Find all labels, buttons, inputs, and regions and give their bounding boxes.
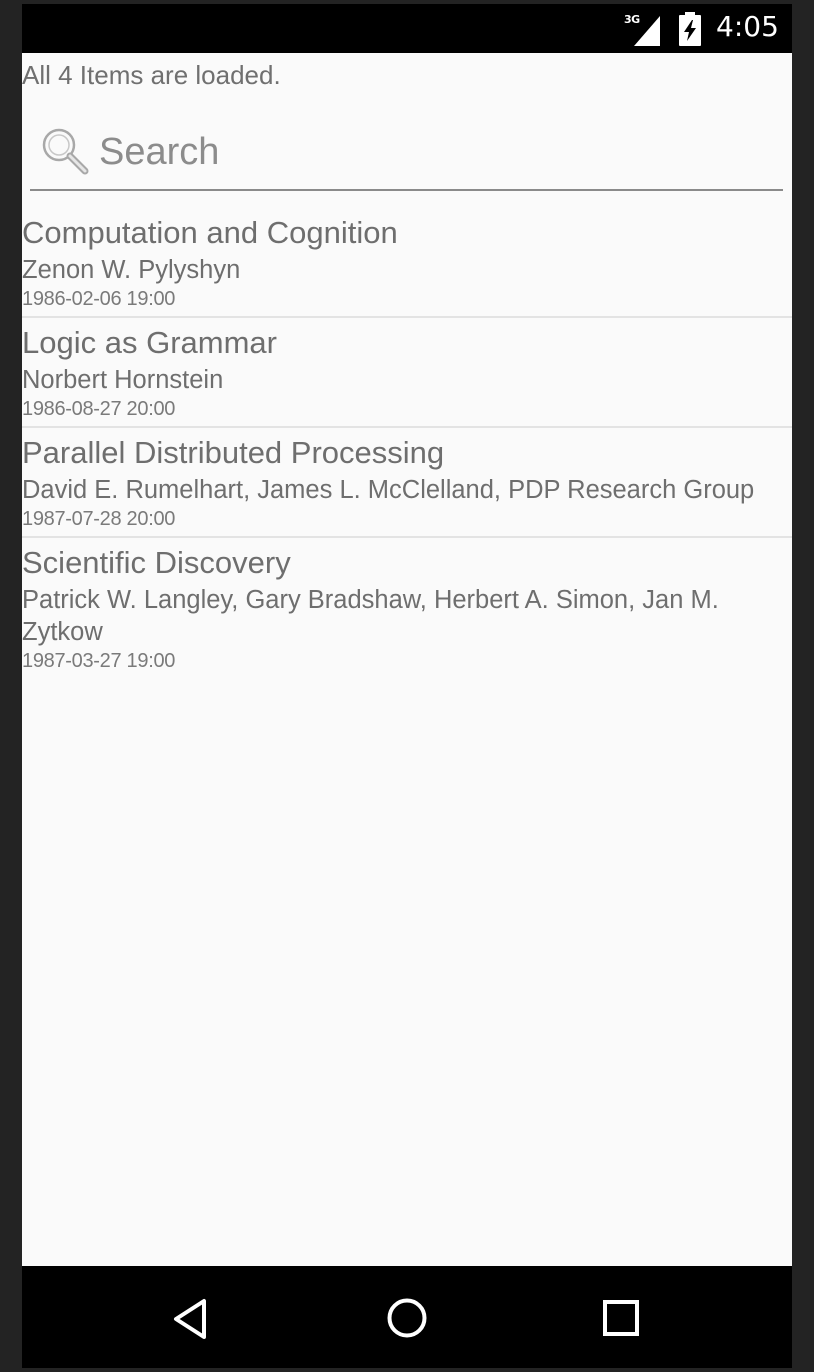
item-authors: Norbert Hornstein	[22, 366, 224, 394]
item-authors: Zenon W. Pylyshyn	[22, 256, 241, 284]
list-item[interactable]: Computation and Cognition Zenon W. Pylys…	[22, 208, 792, 318]
list-item[interactable]: Scientific Discovery Patrick W. Langley,…	[22, 538, 792, 678]
device-frame: 3G 4:05 All 4 Items are loaded. Search C…	[0, 0, 814, 1372]
item-title: Parallel Distributed Processing	[22, 435, 445, 470]
navigation-bar	[22, 1266, 792, 1368]
item-title: Computation and Cognition	[22, 215, 398, 250]
list-item[interactable]: Parallel Distributed Processing David E.…	[22, 428, 792, 538]
item-date: 1986-08-27 20:00	[22, 398, 176, 420]
list-item[interactable]: Logic as Grammar Norbert Hornstein 1986-…	[22, 318, 792, 428]
item-authors: Patrick W. Langley, Gary Bradshaw, Herbe…	[22, 586, 719, 646]
home-icon[interactable]	[386, 1297, 428, 1339]
item-title: Scientific Discovery	[22, 545, 291, 580]
status-bar: 3G 4:05	[22, 4, 792, 53]
battery-charging-icon	[679, 12, 701, 46]
load-status-text: All 4 Items are loaded.	[22, 60, 281, 90]
item-title: Logic as Grammar	[22, 325, 277, 360]
back-icon[interactable]	[172, 1298, 208, 1340]
item-date: 1987-07-28 20:00	[22, 508, 176, 530]
recents-icon[interactable]	[603, 1300, 639, 1336]
signal-icon	[634, 16, 660, 46]
clock: 4:05	[716, 10, 779, 43]
search-icon	[42, 128, 89, 175]
app-screen: 3G 4:05 All 4 Items are loaded. Search C…	[22, 4, 792, 1368]
results-list: Computation and Cognition Zenon W. Pylys…	[22, 208, 792, 678]
item-date: 1987-03-27 19:00	[22, 650, 176, 672]
search-bar[interactable]	[30, 115, 783, 191]
item-date: 1986-02-06 19:00	[22, 288, 176, 310]
search-input[interactable]	[99, 129, 759, 175]
item-authors: David E. Rumelhart, James L. McClelland,…	[22, 476, 755, 504]
